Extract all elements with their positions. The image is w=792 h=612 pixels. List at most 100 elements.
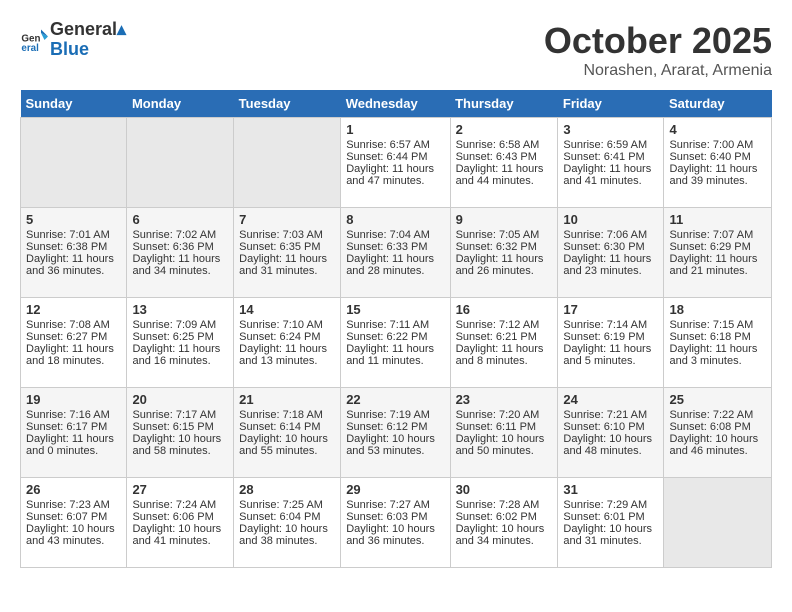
- day-info: Sunrise: 7:20 AMSunset: 6:11 PMDaylight:…: [456, 409, 545, 457]
- calendar-cell: 25Sunrise: 7:22 AMSunset: 6:08 PMDayligh…: [664, 388, 772, 478]
- day-info: Sunrise: 6:57 AMSunset: 6:44 PMDaylight:…: [346, 139, 434, 187]
- title-block: October 2025 Norashen, Ararat, Armenia: [544, 20, 772, 80]
- week-row-1: 1 Sunrise: 6:57 AMSunset: 6:44 PMDaylight…: [21, 118, 772, 208]
- day-info: Sunrise: 7:03 AMSunset: 6:35 PMDaylight:…: [239, 229, 327, 277]
- day-info: Sunrise: 7:02 AMSunset: 6:36 PMDaylight:…: [132, 229, 220, 277]
- week-row-2: 5 Sunrise: 7:01 AMSunset: 6:38 PMDaylight…: [21, 208, 772, 298]
- day-number: 16: [456, 302, 553, 317]
- day-info: Sunrise: 7:19 AMSunset: 6:12 PMDaylight:…: [346, 409, 435, 457]
- calendar-cell: 1 Sunrise: 6:57 AMSunset: 6:44 PMDaylight…: [341, 118, 450, 208]
- page-header: Gen eral General▴ Blue October 2025 Nora…: [20, 20, 772, 80]
- day-info: Sunrise: 7:25 AMSunset: 6:04 PMDaylight:…: [239, 499, 328, 547]
- day-number: 31: [563, 482, 658, 497]
- calendar-cell: 14 Sunrise: 7:10 AMSunset: 6:24 PMDayligh…: [234, 298, 341, 388]
- calendar-cell: 27Sunrise: 7:24 AMSunset: 6:06 PMDayligh…: [127, 478, 234, 568]
- day-info: Sunrise: 7:17 AMSunset: 6:15 PMDaylight:…: [132, 409, 221, 457]
- calendar-cell: 24 Sunrise: 7:21 AMSunset: 6:10 PMDayligh…: [558, 388, 664, 478]
- location-subtitle: Norashen, Ararat, Armenia: [544, 62, 772, 80]
- calendar-cell: 8 Sunrise: 7:04 AMSunset: 6:33 PMDaylight…: [341, 208, 450, 298]
- header-row: SundayMondayTuesdayWednesdayThursdayFrid…: [21, 90, 772, 118]
- day-info: Sunrise: 7:00 AMSunset: 6:40 PMDaylight:…: [669, 139, 757, 187]
- day-number: 2: [456, 122, 553, 137]
- svg-text:eral: eral: [21, 43, 39, 54]
- col-header-sunday: Sunday: [21, 90, 127, 118]
- calendar-cell: 31 Sunrise: 7:29 AMSunset: 6:01 PMDayligh…: [558, 478, 664, 568]
- day-number: 25: [669, 392, 766, 407]
- day-number: 5: [26, 212, 121, 227]
- day-number: 28: [239, 482, 335, 497]
- day-info: Sunrise: 7:08 AMSunset: 6:27 PMDaylight:…: [26, 319, 114, 367]
- day-number: 10: [563, 212, 658, 227]
- calendar-cell: [21, 118, 127, 208]
- day-info: Sunrise: 7:21 AMSunset: 6:10 PMDaylight:…: [563, 409, 652, 457]
- day-info: Sunrise: 7:14 AMSunset: 6:19 PMDaylight:…: [563, 319, 651, 367]
- day-number: 9: [456, 212, 553, 227]
- day-info: Sunrise: 7:27 AMSunset: 6:03 PMDaylight:…: [346, 499, 435, 547]
- day-info: Sunrise: 7:29 AMSunset: 6:01 PMDaylight:…: [563, 499, 652, 547]
- day-number: 13: [132, 302, 228, 317]
- col-header-friday: Friday: [558, 90, 664, 118]
- calendar-cell: 11 Sunrise: 7:07 AMSunset: 6:29 PMDayligh…: [664, 208, 772, 298]
- day-info: Sunrise: 7:07 AMSunset: 6:29 PMDaylight:…: [669, 229, 757, 277]
- logo-text: General▴ Blue: [50, 20, 126, 60]
- col-header-thursday: Thursday: [450, 90, 558, 118]
- calendar-cell: 13Sunrise: 7:09 AMSunset: 6:25 PMDayligh…: [127, 298, 234, 388]
- day-number: 24: [563, 392, 658, 407]
- logo-icon: Gen eral: [20, 26, 48, 54]
- day-info: Sunrise: 7:05 AMSunset: 6:32 PMDaylight:…: [456, 229, 544, 277]
- week-row-5: 26 Sunrise: 7:23 AMSunset: 6:07 PMDayligh…: [21, 478, 772, 568]
- day-number: 15: [346, 302, 444, 317]
- day-number: 14: [239, 302, 335, 317]
- day-number: 12: [26, 302, 121, 317]
- day-info: Sunrise: 7:16 AMSunset: 6:17 PMDaylight:…: [26, 409, 114, 457]
- day-info: Sunrise: 7:01 AMSunset: 6:38 PMDaylight:…: [26, 229, 114, 277]
- calendar-cell: 23Sunrise: 7:20 AMSunset: 6:11 PMDayligh…: [450, 388, 558, 478]
- calendar-cell: [664, 478, 772, 568]
- logo: Gen eral General▴ Blue: [20, 20, 126, 60]
- day-number: 18: [669, 302, 766, 317]
- calendar-cell: 7 Sunrise: 7:03 AMSunset: 6:35 PMDaylight…: [234, 208, 341, 298]
- calendar-cell: [127, 118, 234, 208]
- day-number: 1: [346, 122, 444, 137]
- calendar-cell: 9 Sunrise: 7:05 AMSunset: 6:32 PMDaylight…: [450, 208, 558, 298]
- calendar-cell: 22Sunrise: 7:19 AMSunset: 6:12 PMDayligh…: [341, 388, 450, 478]
- day-info: Sunrise: 7:06 AMSunset: 6:30 PMDaylight:…: [563, 229, 651, 277]
- day-info: Sunrise: 6:59 AMSunset: 6:41 PMDaylight:…: [563, 139, 651, 187]
- day-info: Sunrise: 7:04 AMSunset: 6:33 PMDaylight:…: [346, 229, 434, 277]
- col-header-wednesday: Wednesday: [341, 90, 450, 118]
- week-row-4: 19Sunrise: 7:16 AMSunset: 6:17 PMDayligh…: [21, 388, 772, 478]
- calendar-cell: 28 Sunrise: 7:25 AMSunset: 6:04 PMDayligh…: [234, 478, 341, 568]
- day-number: 11: [669, 212, 766, 227]
- day-number: 27: [132, 482, 228, 497]
- calendar-table: SundayMondayTuesdayWednesdayThursdayFrid…: [20, 90, 772, 568]
- calendar-cell: 6 Sunrise: 7:02 AMSunset: 6:36 PMDaylight…: [127, 208, 234, 298]
- day-number: 4: [669, 122, 766, 137]
- day-number: 7: [239, 212, 335, 227]
- calendar-cell: 20 Sunrise: 7:17 AMSunset: 6:15 PMDayligh…: [127, 388, 234, 478]
- calendar-cell: 29 Sunrise: 7:27 AMSunset: 6:03 PMDayligh…: [341, 478, 450, 568]
- day-info: Sunrise: 6:58 AMSunset: 6:43 PMDaylight:…: [456, 139, 544, 187]
- day-number: 26: [26, 482, 121, 497]
- day-info: Sunrise: 7:11 AMSunset: 6:22 PMDaylight:…: [346, 319, 434, 367]
- calendar-cell: 5 Sunrise: 7:01 AMSunset: 6:38 PMDaylight…: [21, 208, 127, 298]
- calendar-cell: 26 Sunrise: 7:23 AMSunset: 6:07 PMDayligh…: [21, 478, 127, 568]
- day-number: 20: [132, 392, 228, 407]
- day-number: 29: [346, 482, 444, 497]
- calendar-cell: [234, 118, 341, 208]
- day-info: Sunrise: 7:28 AMSunset: 6:02 PMDaylight:…: [456, 499, 545, 547]
- day-number: 30: [456, 482, 553, 497]
- day-info: Sunrise: 7:10 AMSunset: 6:24 PMDaylight:…: [239, 319, 327, 367]
- day-number: 6: [132, 212, 228, 227]
- month-title: October 2025: [544, 20, 772, 62]
- calendar-cell: 30 Sunrise: 7:28 AMSunset: 6:02 PMDayligh…: [450, 478, 558, 568]
- day-number: 8: [346, 212, 444, 227]
- calendar-cell: 19Sunrise: 7:16 AMSunset: 6:17 PMDayligh…: [21, 388, 127, 478]
- calendar-cell: 17Sunrise: 7:14 AMSunset: 6:19 PMDayligh…: [558, 298, 664, 388]
- calendar-cell: 10 Sunrise: 7:06 AMSunset: 6:30 PMDayligh…: [558, 208, 664, 298]
- calendar-cell: 2 Sunrise: 6:58 AMSunset: 6:43 PMDaylight…: [450, 118, 558, 208]
- calendar-cell: 21Sunrise: 7:18 AMSunset: 6:14 PMDayligh…: [234, 388, 341, 478]
- day-number: 21: [239, 392, 335, 407]
- calendar-cell: 3Sunrise: 6:59 AMSunset: 6:41 PMDaylight…: [558, 118, 664, 208]
- day-info: Sunrise: 7:23 AMSunset: 6:07 PMDaylight:…: [26, 499, 115, 547]
- col-header-tuesday: Tuesday: [234, 90, 341, 118]
